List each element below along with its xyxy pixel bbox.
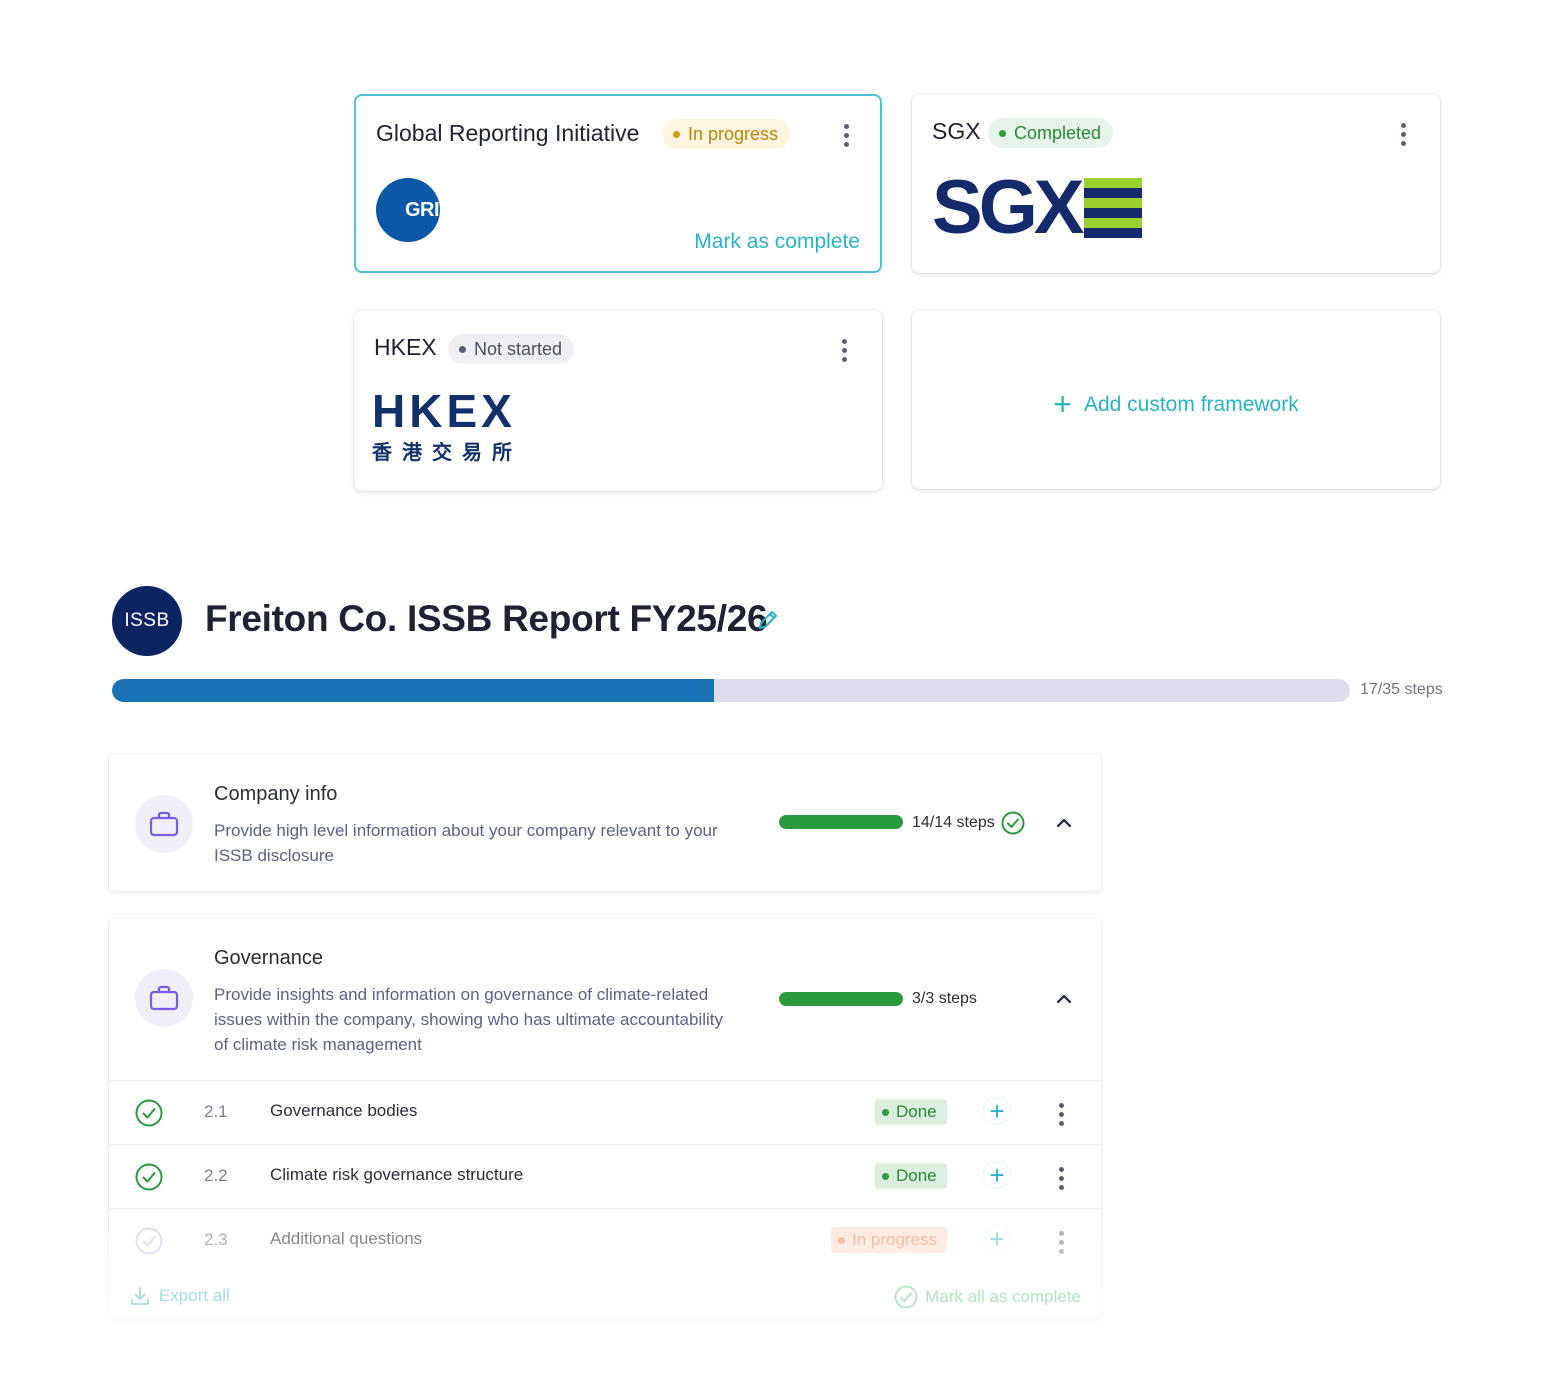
add-icon[interactable]: + xyxy=(983,1161,1011,1189)
hkex-logo: HKEX xyxy=(372,385,516,437)
check-circle-icon xyxy=(894,1285,918,1309)
add-custom-framework-button[interactable]: + Add custom framework xyxy=(912,386,1440,423)
status-badge-done: Done xyxy=(875,1099,947,1125)
step-number: 2.2 xyxy=(204,1166,228,1185)
mark-all-complete-button[interactable]: Mark all as complete xyxy=(894,1285,1081,1309)
section-progress-fill xyxy=(779,992,903,1006)
sgx-logo: SGX xyxy=(932,165,1084,250)
framework-title: SGX xyxy=(932,118,981,144)
export-all-label: Export all xyxy=(159,1286,230,1305)
download-icon xyxy=(131,1287,149,1305)
chevron-up-icon[interactable] xyxy=(1053,812,1075,834)
chevron-up-icon[interactable] xyxy=(1053,988,1075,1010)
mark-as-complete-link[interactable]: Mark as complete xyxy=(694,230,860,254)
status-dot xyxy=(882,1108,889,1116)
step-label: Climate risk governance structure xyxy=(270,1165,524,1184)
add-custom-framework-card[interactable]: + Add custom framework xyxy=(912,310,1440,489)
status-dot xyxy=(838,1236,845,1244)
status-badge-in-progress: In progress xyxy=(831,1227,948,1253)
status-badge-in-progress: In progress xyxy=(662,119,791,149)
section-progress-bar xyxy=(779,992,903,1006)
sgx-logo-bars xyxy=(1084,178,1142,238)
section-steps-count: 3/3 steps xyxy=(912,990,977,1007)
mark-all-label: Mark all as complete xyxy=(925,1287,1081,1306)
section-description: Provide insights and information on gove… xyxy=(214,985,724,1054)
step-row[interactable]: 2.2 Climate risk governance structure Do… xyxy=(109,1144,1101,1209)
status-badge-done: Done xyxy=(875,1163,947,1189)
more-options-icon[interactable] xyxy=(1399,121,1407,147)
step-number: 2.1 xyxy=(204,1102,228,1121)
check-circle-icon xyxy=(135,1163,163,1191)
check-circle-icon xyxy=(1001,811,1025,835)
step-number: 2.3 xyxy=(204,1230,228,1249)
briefcase-icon xyxy=(135,795,193,853)
status-label: Done xyxy=(896,1166,937,1185)
framework-card-gri[interactable]: Global Reporting Initiative In progress … xyxy=(354,94,882,273)
pencil-icon[interactable] xyxy=(756,608,780,632)
step-label: Additional questions xyxy=(270,1229,423,1248)
framework-title: HKEX xyxy=(374,334,437,360)
section-progress-fill xyxy=(779,815,903,829)
step-row[interactable]: 2.3 Additional questions In progress + xyxy=(109,1208,1101,1273)
status-dot xyxy=(673,130,680,138)
more-options-icon[interactable] xyxy=(840,337,848,363)
check-circle-icon xyxy=(135,1227,163,1255)
section-company-info[interactable]: Company info Provide high level informat… xyxy=(109,754,1101,891)
status-label: Not started xyxy=(474,338,563,359)
status-label: In progress xyxy=(688,123,779,144)
status-label: Done xyxy=(896,1102,937,1121)
section-steps-count: 14/14 steps xyxy=(912,814,995,831)
add-custom-framework-label: Add custom framework xyxy=(1083,393,1299,416)
status-label: In progress xyxy=(852,1230,938,1249)
report-progress-fill xyxy=(112,679,714,702)
framework-card-hkex[interactable]: HKEX Not started HKEX 香港交易所 xyxy=(354,310,882,491)
add-icon[interactable]: + xyxy=(983,1225,1011,1253)
section-description: Provide high level information about you… xyxy=(214,821,718,865)
section-title: Company info xyxy=(214,783,338,805)
section-governance[interactable]: Governance Provide insights and informat… xyxy=(109,918,1101,1318)
step-label: Governance bodies xyxy=(270,1101,418,1120)
section-title: Governance xyxy=(214,947,323,969)
plus-icon: + xyxy=(1053,386,1072,422)
report-steps-count: 17/35 steps xyxy=(1360,681,1443,698)
more-options-icon[interactable] xyxy=(1057,1229,1065,1255)
more-options-icon[interactable] xyxy=(842,122,850,148)
hkex-logo-chinese: 香港交易所 xyxy=(372,442,522,464)
status-dot xyxy=(999,129,1006,137)
issb-badge: ISSB xyxy=(112,586,182,656)
export-all-button[interactable]: Export all xyxy=(129,1285,230,1307)
check-circle-icon xyxy=(135,1099,163,1127)
status-badge-not-started: Not started xyxy=(448,334,575,364)
more-options-icon[interactable] xyxy=(1057,1101,1065,1127)
more-options-icon[interactable] xyxy=(1057,1165,1065,1191)
framework-title: Global Reporting Initiative xyxy=(376,120,640,146)
gri-logo: GRI xyxy=(376,178,440,242)
report-progress-bar xyxy=(112,679,1350,702)
status-badge-completed: Completed xyxy=(988,118,1114,148)
section-footer: Export all Mark all as complete xyxy=(129,1283,1087,1313)
status-dot xyxy=(459,345,466,353)
briefcase-icon xyxy=(135,969,193,1027)
status-dot xyxy=(882,1172,889,1180)
add-icon[interactable]: + xyxy=(983,1097,1011,1125)
step-row[interactable]: 2.1 Governance bodies Done + xyxy=(109,1080,1101,1145)
framework-card-sgx[interactable]: SGX Completed SGX xyxy=(912,94,1440,273)
section-progress-bar xyxy=(779,815,903,829)
page-title: Freiton Co. ISSB Report FY25/26 xyxy=(205,598,768,639)
status-label: Completed xyxy=(1014,122,1102,143)
